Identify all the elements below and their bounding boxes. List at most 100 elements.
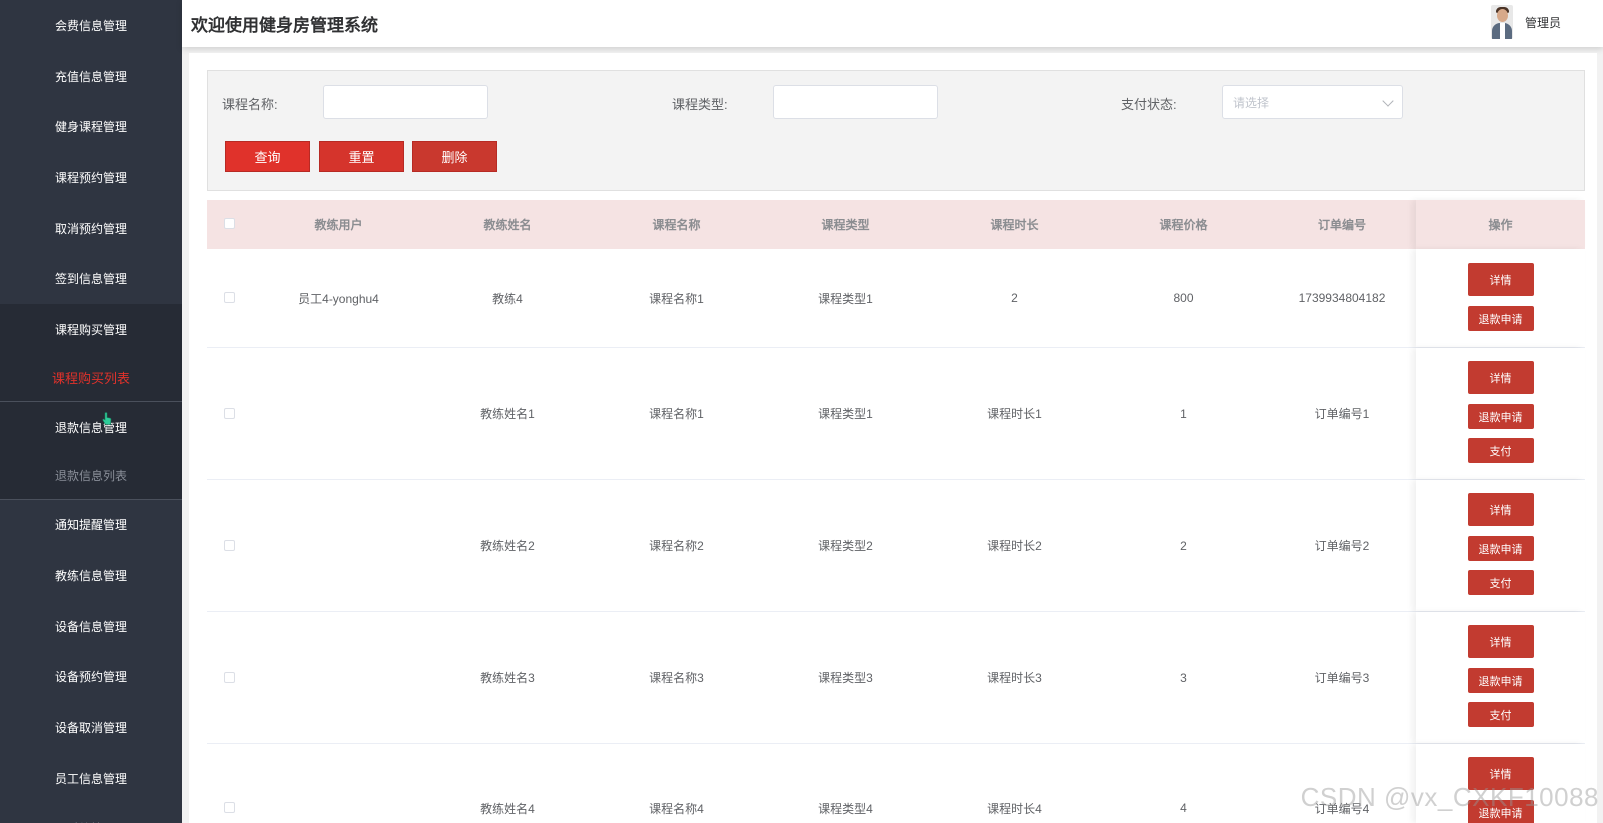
cell-course-name: 课程名称4 [649, 801, 704, 816]
cell-coach-user [254, 798, 423, 818]
cell-order-no: 1739934804182 [1298, 291, 1386, 305]
course-name-input[interactable] [323, 85, 488, 119]
sidebar-item-fitness-course[interactable]: 健身课程管理 [0, 101, 182, 152]
cell-coach-user [254, 348, 423, 479]
detail-button[interactable]: 详情 [1467, 493, 1534, 526]
row-actions: 详情 退款申请 支付 [1416, 612, 1585, 743]
table-header: 教练用户 教练姓名 课程名称 课程类型 课程时长 课程价格 订单编号 操作 [207, 200, 1585, 249]
query-button[interactable]: 查询 [225, 141, 310, 172]
sidebar-item-staff[interactable]: 员工信息管理 [0, 753, 182, 804]
cell-coach-name: 教练姓名4 [480, 801, 535, 816]
row-actions: 详情 退款申请 支付 [1416, 480, 1585, 611]
column-header: 教练姓名 [483, 218, 532, 232]
row-checkbox[interactable] [224, 292, 235, 303]
column-header-actions: 操作 [1416, 200, 1585, 249]
cell-order-no: 订单编号1 [1314, 407, 1370, 421]
row-checkbox[interactable] [224, 540, 235, 551]
cell-coach-name: 教练4 [492, 291, 523, 306]
pay-button[interactable]: 支付 [1467, 438, 1534, 463]
cell-course-type: 课程类型3 [818, 671, 873, 685]
user-name: 管理员 [1524, 15, 1561, 30]
column-header: 课程时长 [990, 218, 1039, 232]
cell-price: 2 [1180, 538, 1187, 553]
cell-price: 4 [1180, 801, 1187, 815]
pay-button[interactable]: 支付 [1467, 570, 1534, 595]
cell-course-type: 课程类型1 [818, 407, 873, 421]
table-row: 教练姓名2 课程名称2 课程类型2 课程时长2 2 订单编号2 详情 退款申请 … [207, 480, 1585, 612]
course-type-input[interactable] [773, 85, 938, 119]
row-actions: 详情 退款申请 支付 [1416, 348, 1585, 479]
cell-price: 3 [1180, 670, 1187, 685]
cell-course-name: 课程名称1 [649, 291, 704, 306]
cell-coach-name: 教练姓名3 [480, 671, 535, 685]
user-menu[interactable]: 管理员 [1490, 5, 1561, 39]
refund-request-button[interactable]: 退款申请 [1467, 404, 1534, 429]
column-header: 课程价格 [1159, 218, 1208, 232]
cell-duration: 课程时长3 [987, 671, 1042, 685]
sidebar-item-equipment-cancel[interactable]: 设备取消管理 [0, 702, 182, 753]
chevron-down-icon [1382, 95, 1394, 107]
page-title: 欢迎使用健身房管理系统 [191, 16, 378, 35]
course-type-label: 课程类型: [672, 97, 728, 112]
pay-button[interactable]: 支付 [1467, 702, 1534, 727]
delete-button[interactable]: 删除 [412, 141, 497, 172]
cell-duration: 课程时长1 [987, 407, 1042, 421]
refund-request-button[interactable]: 退款申请 [1467, 668, 1534, 693]
sidebar-item-recharge[interactable]: 充值信息管理 [0, 51, 182, 102]
cell-coach-user: 员工4-yonghu4 [298, 291, 379, 306]
pay-status-select[interactable]: 请选择 [1222, 85, 1403, 119]
refund-request-button[interactable]: 退款申请 [1467, 306, 1534, 331]
row-checkbox[interactable] [224, 802, 235, 813]
sidebar-item-course-booking[interactable]: 课程预约管理 [0, 152, 182, 203]
table-row: 教练姓名3 课程名称3 课程类型3 课程时长3 3 订单编号3 详情 退款申请 … [207, 612, 1585, 744]
row-actions: 详情 退款申请 [1416, 249, 1585, 347]
column-header: 课程名称 [652, 218, 701, 232]
cell-course-type: 课程类型2 [818, 539, 873, 553]
column-header: 教练用户 [314, 218, 363, 232]
sidebar-subitem-course-purchase-list[interactable]: 课程购买列表 [0, 354, 182, 401]
sidebar-item-coach[interactable]: 教练信息管理 [0, 550, 182, 601]
course-name-label: 课程名称: [222, 97, 278, 112]
cell-course-type: 课程类型4 [818, 801, 873, 816]
sidebar-item-notification[interactable]: 通知提醒管理 [0, 500, 182, 551]
sidebar-item-checkin[interactable]: 签到信息管理 [0, 253, 182, 304]
cell-course-type: 课程类型1 [818, 291, 873, 306]
cell-duration: 课程时长4 [987, 801, 1042, 816]
column-header: 订单编号 [1317, 218, 1366, 232]
sidebar-item-cancel-booking[interactable]: 取消预约管理 [0, 203, 182, 254]
detail-button[interactable]: 详情 [1467, 361, 1534, 394]
watermark: CSDN @vx_CXKF10088 [1300, 782, 1599, 812]
sidebar: 会费信息管理 充值信息管理 健身课程管理 课程预约管理 取消预约管理 签到信息管… [0, 0, 182, 823]
column-header: 课程类型 [821, 218, 870, 232]
select-all-checkbox[interactable] [224, 218, 235, 229]
pay-status-label: 支付状态: [1121, 97, 1177, 112]
cell-course-name: 课程名称3 [649, 671, 704, 685]
sidebar-item-course-purchase[interactable]: 课程购买管理 [0, 304, 182, 355]
row-checkbox[interactable] [224, 408, 235, 419]
sidebar-item-equipment-booking[interactable]: 设备预约管理 [0, 652, 182, 703]
sidebar-item-system[interactable]: 系统管理 [0, 804, 182, 823]
refund-request-button[interactable]: 退款申请 [1467, 536, 1534, 561]
cell-coach-name: 教练姓名2 [480, 539, 535, 553]
table-row: 员工4-yonghu4 教练4 课程名称1 课程类型1 2 800 173993… [207, 249, 1585, 348]
detail-button[interactable]: 详情 [1467, 625, 1534, 658]
hand-cursor-icon [102, 412, 112, 425]
cell-coach-name: 教练姓名1 [480, 407, 535, 421]
sidebar-item-equipment[interactable]: 设备信息管理 [0, 601, 182, 652]
cell-course-name: 课程名称2 [649, 539, 704, 553]
cell-coach-user [254, 612, 423, 743]
reset-button[interactable]: 重置 [319, 141, 404, 172]
cell-price: 800 [1173, 291, 1194, 305]
cell-order-no: 订单编号3 [1314, 671, 1370, 685]
search-form: 课程名称: 课程类型: 支付状态: 请选择 查询 重置 删除 [207, 70, 1585, 191]
sidebar-subitem-refund-list[interactable]: 退款信息列表 [0, 452, 182, 499]
row-checkbox[interactable] [224, 672, 235, 683]
table-row: 教练姓名1 课程名称1 课程类型1 课程时长1 1 订单编号1 详情 退款申请 … [207, 348, 1585, 480]
cell-order-no: 订单编号2 [1314, 539, 1370, 553]
sidebar-item-refund[interactable]: 退款信息管理 [0, 401, 182, 453]
cell-coach-user [254, 480, 423, 611]
cell-course-name: 课程名称1 [649, 407, 704, 421]
sidebar-item-membership-fee[interactable]: 会费信息管理 [0, 0, 182, 51]
cell-price: 1 [1180, 406, 1187, 421]
detail-button[interactable]: 详情 [1467, 263, 1534, 296]
